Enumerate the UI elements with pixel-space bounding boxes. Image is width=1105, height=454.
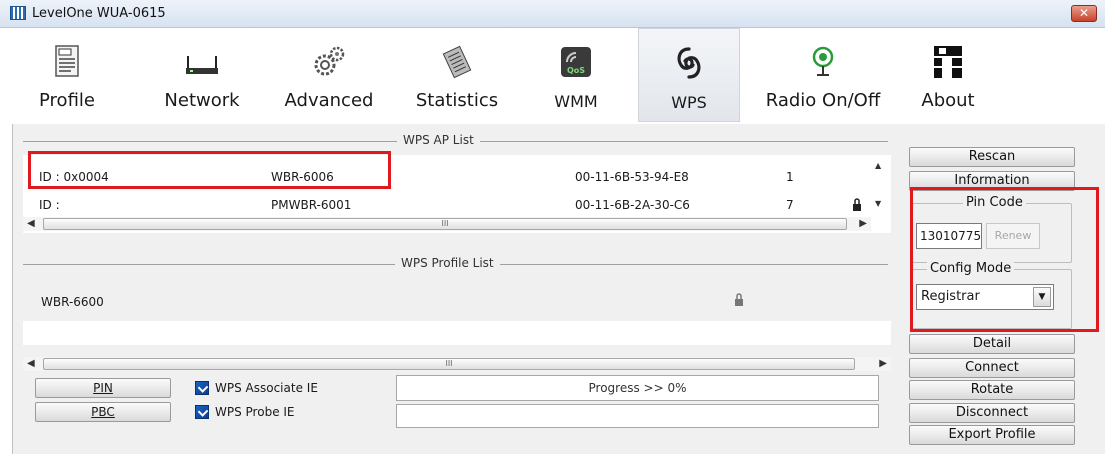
pbc-button[interactable]: PBC [35, 402, 171, 422]
profile-name: WBR-6600 [41, 295, 104, 309]
ap-id: ID : [39, 198, 60, 212]
title-bar: LevelOne WUA-0615 ✕ [0, 0, 1105, 28]
profile-list-horizontal-scrollbar[interactable]: ◀ III ▶ [23, 357, 891, 371]
scroll-left-arrow-icon[interactable]: ◀ [27, 217, 35, 231]
rescan-button[interactable]: Rescan [909, 147, 1075, 167]
ap-ssid: PMWBR-6001 [271, 198, 352, 212]
profile-list-title: WPS Profile List [395, 256, 500, 270]
pin-button[interactable]: PIN [35, 378, 171, 398]
pin-code-label: Pin Code [963, 195, 1026, 210]
ap-mac: 00-11-6B-2A-30-C6 [575, 198, 690, 212]
config-mode-label: Config Mode [927, 261, 1015, 276]
disconnect-button[interactable]: Disconnect [909, 403, 1075, 423]
config-mode-value: Registrar [921, 289, 980, 304]
ap-list-title: WPS AP List [397, 133, 480, 147]
scroll-left-arrow-icon[interactable]: ◀ [27, 357, 35, 371]
ap-ssid: WBR-6006 [271, 170, 334, 184]
radio-icon [812, 46, 834, 76]
qos-icon: QoS [561, 47, 591, 77]
scroll-thumb[interactable]: III [43, 358, 855, 370]
chevron-down-icon[interactable]: ▼ [1033, 287, 1051, 307]
toolbar-advanced[interactable]: Advanced [277, 28, 381, 122]
ap-list-horizontal-scrollbar[interactable]: ◀ III ▶ [23, 217, 871, 231]
scroll-thumb[interactable]: III [43, 218, 847, 230]
checkbox-label: WPS Associate IE [215, 381, 318, 395]
scroll-right-arrow-icon[interactable]: ▶ [859, 217, 867, 231]
ap-list: ID : 0x0004 WBR-6006 00-11-6B-53-94-E8 1… [23, 155, 891, 233]
progress-bar [396, 404, 879, 428]
qos-icon-text: QoS [567, 66, 585, 75]
table-row[interactable]: ID : 0x0004 WBR-6006 00-11-6B-53-94-E8 1 [23, 164, 869, 190]
scroll-up-arrow-icon[interactable]: ▲ [875, 161, 881, 170]
connect-button[interactable]: Connect [909, 358, 1075, 378]
wps-panel: WPS AP List ID : 0x0004 WBR-6006 00-11-6… [12, 124, 1105, 454]
profile-icon [55, 45, 79, 77]
toolbar-wmm[interactable]: QoS WMM [540, 28, 612, 122]
ap-list-vertical-scrollbar[interactable]: ▲ ▼ [871, 155, 889, 217]
list-blank-row [23, 321, 891, 345]
lock-icon [853, 198, 861, 211]
export-profile-button[interactable]: Export Profile [909, 425, 1075, 445]
ap-channel: 1 [786, 170, 794, 184]
toolbar-radio-onoff[interactable]: Radio On/Off [760, 28, 886, 122]
config-mode-select[interactable]: Registrar ▼ [916, 284, 1054, 310]
wps-icon [677, 47, 701, 79]
lock-icon [735, 293, 743, 306]
toolbar-label: About [921, 90, 975, 111]
pin-code-field[interactable]: 13010775 [916, 223, 982, 249]
scroll-down-arrow-icon[interactable]: ▼ [875, 199, 881, 208]
list-item[interactable]: WBR-6600 [23, 289, 869, 315]
ap-id: ID : 0x0004 [39, 170, 109, 184]
ap-mac: 00-11-6B-53-94-E8 [575, 170, 689, 184]
about-icon [934, 46, 962, 78]
toolbar-label: Profile [39, 90, 95, 111]
toolbar-label: Advanced [284, 90, 374, 111]
rotate-button[interactable]: Rotate [909, 380, 1075, 400]
progress-status: Progress >> 0% [396, 375, 879, 401]
gear-icon [314, 46, 345, 76]
toolbar-profile[interactable]: Profile [22, 28, 112, 122]
window-title: LevelOne WUA-0615 [32, 6, 166, 21]
toolbar-label: Statistics [415, 90, 499, 111]
close-button[interactable]: ✕ [1071, 5, 1097, 22]
renew-button[interactable]: Renew [986, 223, 1040, 249]
network-icon [186, 56, 218, 74]
app-logo-icon [10, 6, 26, 20]
checkbox-checked-icon[interactable] [195, 381, 209, 395]
scroll-right-arrow-icon[interactable]: ▶ [879, 357, 887, 371]
toolbar-statistics[interactable]: Statistics [404, 28, 510, 122]
toolbar-label: Radio On/Off [765, 90, 881, 111]
toolbar-network[interactable]: Network [152, 28, 252, 122]
toolbar-label: WMM [554, 92, 598, 111]
information-button[interactable]: Information [909, 171, 1075, 191]
toolbar-label: Network [164, 90, 240, 111]
ap-channel: 7 [786, 198, 794, 212]
detail-button[interactable]: Detail [909, 334, 1075, 354]
table-row[interactable]: ID : PMWBR-6001 00-11-6B-2A-30-C6 7 [23, 192, 869, 218]
checkbox-label: WPS Probe IE [215, 405, 295, 419]
toolbar-wps[interactable]: WPS [638, 28, 740, 122]
toolbar-label: WPS [671, 93, 707, 112]
toolbar-about[interactable]: About [912, 28, 984, 122]
checkbox-checked-icon[interactable] [195, 405, 209, 419]
main-toolbar: Profile Network Advanced Statistics QoS … [0, 28, 1105, 124]
statistics-icon [442, 45, 472, 79]
